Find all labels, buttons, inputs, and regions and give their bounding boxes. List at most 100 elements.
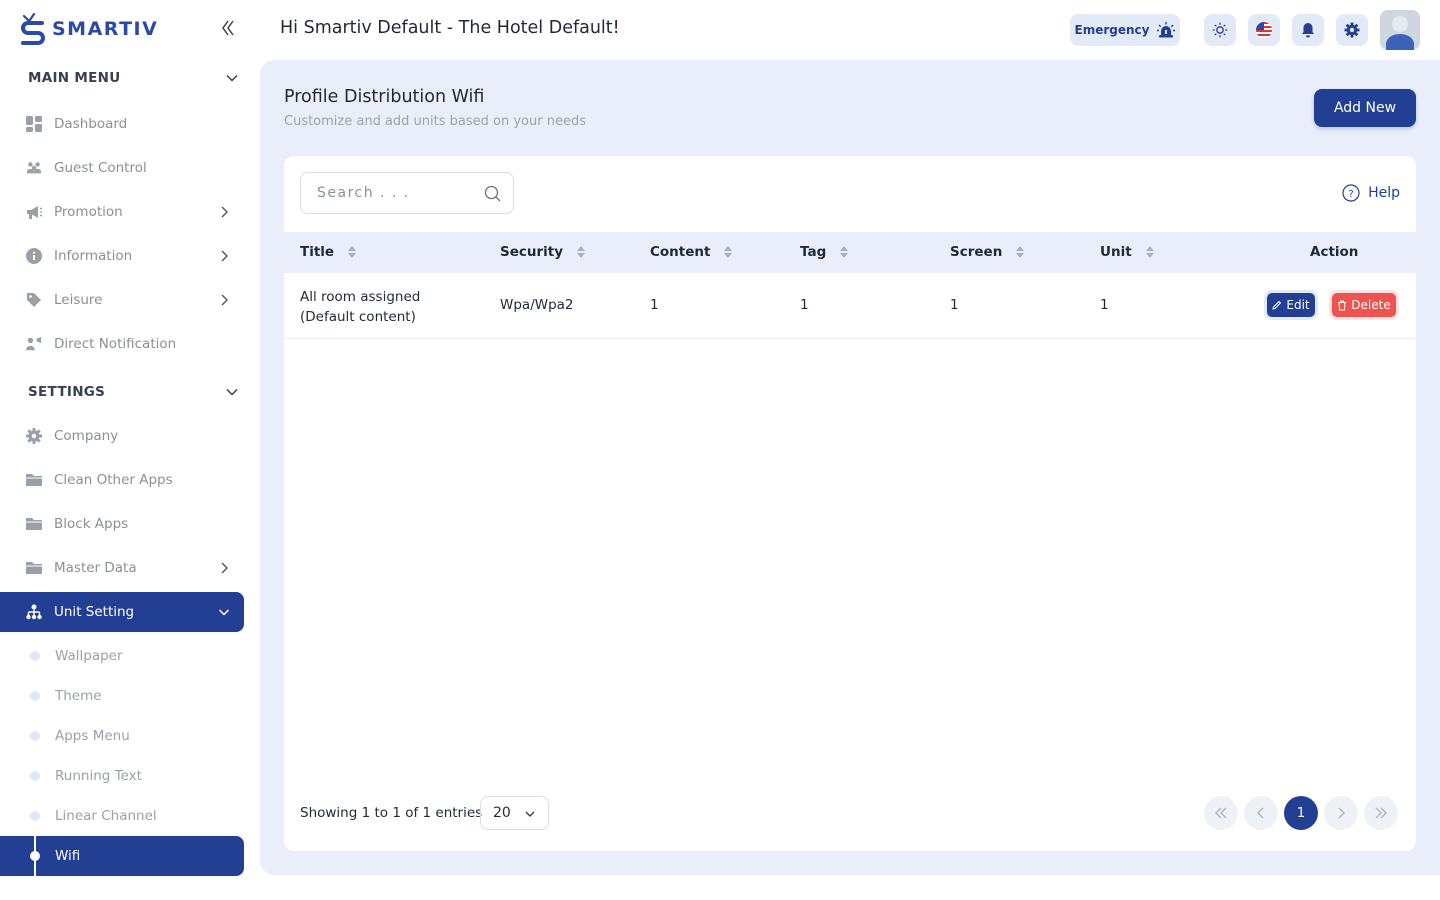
info-icon xyxy=(26,248,42,264)
delete-label: Delete xyxy=(1351,298,1391,312)
gear-icon xyxy=(26,428,42,444)
table-card: ? Help Title Security Content Ta xyxy=(284,156,1416,851)
column-header-unit[interactable]: Unit xyxy=(1100,244,1154,260)
folder-icon xyxy=(26,472,42,488)
chevron-down-icon xyxy=(525,811,535,817)
sort-icon xyxy=(348,246,357,258)
sidebar-item-guest-control[interactable]: Guest Control xyxy=(0,148,244,188)
pagination-prev-button[interactable] xyxy=(1244,796,1278,830)
page-title: Profile Distribution Wifi xyxy=(284,87,485,107)
main-content: Profile Distribution Wifi Customize and … xyxy=(260,60,1440,875)
bullet-dot-icon xyxy=(30,811,40,821)
trash-icon xyxy=(1338,300,1347,310)
sidebar-item-label: Promotion xyxy=(54,204,123,220)
sidebar-item-unit-setting[interactable]: Unit Setting xyxy=(0,592,244,632)
chevron-right-icon xyxy=(221,294,228,306)
sidebar-subitem-label: Wifi xyxy=(55,848,81,864)
collapse-sidebar-button[interactable] xyxy=(218,17,238,39)
emergency-button[interactable]: Emergency xyxy=(1070,14,1180,46)
sidebar-item-direct-notification[interactable]: Direct Notification xyxy=(0,324,244,364)
edit-button[interactable]: Edit xyxy=(1267,293,1315,317)
sidebar-subitem-theme[interactable]: Theme xyxy=(0,676,244,716)
cell-screen: 1 xyxy=(950,297,959,313)
column-header-security[interactable]: Security xyxy=(500,244,586,260)
per-page-select[interactable]: 20 xyxy=(480,796,549,830)
sidebar-subitem-label: Theme xyxy=(55,688,102,704)
column-label: Title xyxy=(300,244,335,260)
chevron-right-icon xyxy=(221,250,228,262)
sidebar-item-block-apps[interactable]: Block Apps xyxy=(0,504,244,544)
sidebar-item-company[interactable]: Company xyxy=(0,416,244,456)
column-header-tag[interactable]: Tag xyxy=(800,244,849,260)
column-header-screen[interactable]: Screen xyxy=(950,244,1025,260)
pagination-page-button[interactable]: 1 xyxy=(1284,796,1318,830)
megaphone-icon xyxy=(26,204,42,220)
column-label: Security xyxy=(500,244,564,260)
search-icon[interactable] xyxy=(484,185,501,202)
column-header-content[interactable]: Content xyxy=(650,244,733,260)
users-icon xyxy=(26,160,42,176)
settings-label: SETTINGS xyxy=(28,384,106,400)
sidebar-item-promotion[interactable]: Promotion xyxy=(0,192,244,232)
sidebar-item-leisure[interactable]: Leisure xyxy=(0,280,244,320)
notifications-button[interactable] xyxy=(1292,14,1324,46)
sidebar-item-clean-other-apps[interactable]: Clean Other Apps xyxy=(0,460,244,500)
sidebar-subitem-apps-menu[interactable]: Apps Menu xyxy=(0,716,244,756)
sidebar-item-label: Dashboard xyxy=(54,116,128,132)
user-avatar-icon xyxy=(1380,10,1420,50)
double-chevron-left-icon xyxy=(222,20,234,36)
pagination-next-button[interactable] xyxy=(1324,796,1358,830)
bullet-dot-icon xyxy=(30,851,40,861)
sort-icon xyxy=(1016,246,1025,258)
help-link[interactable]: ? Help xyxy=(1342,184,1400,202)
sidebar-item-label: Master Data xyxy=(54,560,137,576)
sidebar-item-label: Direct Notification xyxy=(54,336,177,352)
pagination-last-button[interactable] xyxy=(1364,796,1398,830)
cell-security: Wpa/Wpa2 xyxy=(500,297,574,313)
user-avatar[interactable] xyxy=(1380,10,1420,50)
sidebar: SMARTIV MAIN MENU Dashboard Guest Contro… xyxy=(0,0,260,900)
sidebar-item-master-data[interactable]: Master Data xyxy=(0,548,244,588)
sidebar-subitem-running-text[interactable]: Running Text xyxy=(0,756,244,796)
column-label: Action xyxy=(1310,244,1359,260)
sidebar-item-label: Leisure xyxy=(54,292,103,308)
main-menu-label: MAIN MENU xyxy=(28,70,121,86)
pencil-icon xyxy=(1272,300,1282,310)
search-box xyxy=(300,172,514,214)
chevron-right-icon xyxy=(221,562,228,574)
theme-toggle-button[interactable] xyxy=(1204,14,1236,46)
table-row: All room assigned (Default content) Wpa/… xyxy=(284,273,1416,339)
sidebar-item-information[interactable]: Information xyxy=(0,236,244,276)
column-label: Tag xyxy=(800,244,827,260)
settings-button[interactable] xyxy=(1336,14,1368,46)
column-header-title[interactable]: Title xyxy=(300,244,357,260)
grid-icon xyxy=(26,116,42,132)
sidebar-subitem-wifi[interactable]: Wifi xyxy=(0,836,244,876)
smartiv-logo-icon xyxy=(21,13,45,45)
sidebar-subitem-label: Wallpaper xyxy=(55,648,123,664)
sidebar-item-dashboard[interactable]: Dashboard xyxy=(0,104,244,144)
column-label: Content xyxy=(650,244,711,260)
delete-button[interactable]: Delete xyxy=(1332,293,1396,317)
settings-header[interactable]: SETTINGS xyxy=(28,382,238,402)
search-input[interactable] xyxy=(317,185,477,201)
chevron-down-icon xyxy=(218,609,230,616)
column-label: Screen xyxy=(950,244,1003,260)
sort-icon xyxy=(1145,246,1154,258)
language-button[interactable] xyxy=(1248,14,1280,46)
cell-unit: 1 xyxy=(1100,297,1109,313)
sidebar-subitem-wallpaper[interactable]: Wallpaper xyxy=(0,636,244,676)
sidebar-item-label: Block Apps xyxy=(54,516,129,532)
siren-icon xyxy=(1157,22,1176,38)
main-menu-header[interactable]: MAIN MENU xyxy=(28,68,238,88)
sidebar-subitem-linear-channel[interactable]: Linear Channel xyxy=(0,796,244,836)
pagination-first-button[interactable] xyxy=(1204,796,1238,830)
column-header-action: Action xyxy=(1310,244,1358,260)
sidebar-subitem-label: Running Text xyxy=(55,768,142,784)
bullet-dot-icon xyxy=(30,731,40,741)
add-new-button[interactable]: Add New xyxy=(1314,89,1416,127)
per-page-value: 20 xyxy=(493,805,511,821)
app-root: SMARTIV MAIN MENU Dashboard Guest Contro… xyxy=(0,0,1440,900)
sidebar-item-label: Clean Other Apps xyxy=(54,472,173,488)
brand-logo[interactable]: SMARTIV xyxy=(20,12,158,46)
